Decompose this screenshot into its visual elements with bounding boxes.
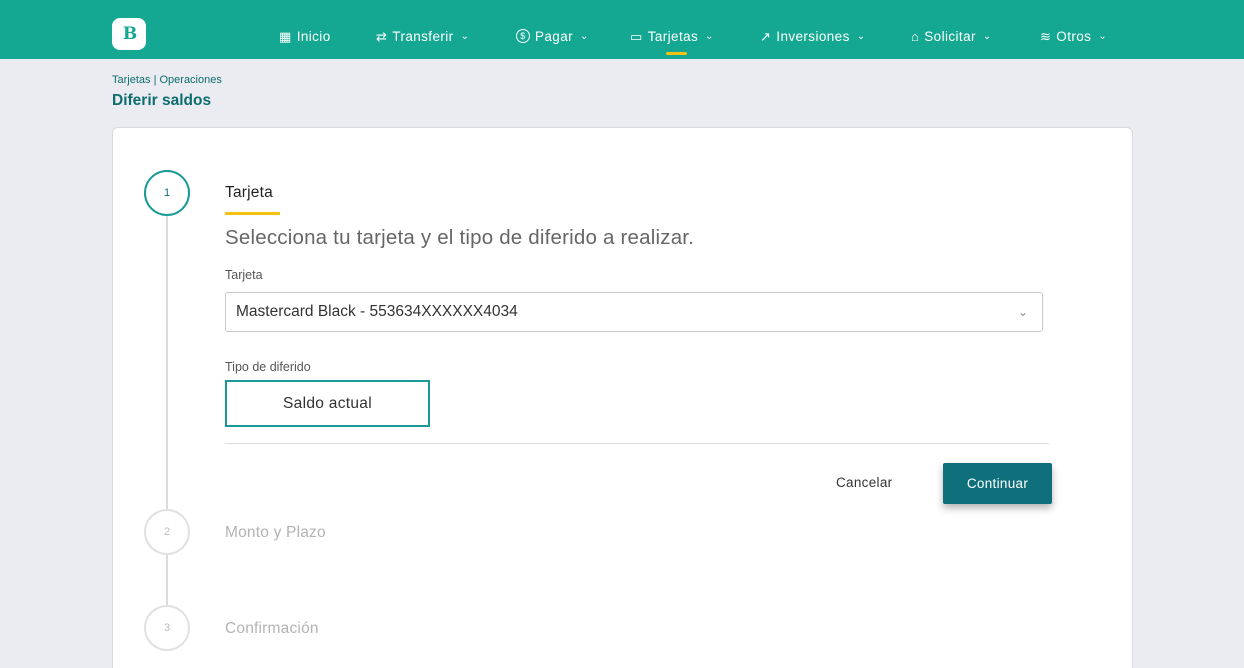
step-3-title: Confirmación xyxy=(225,620,319,637)
stepper-connector xyxy=(166,216,168,509)
nav-item-label: Tarjetas xyxy=(647,28,699,44)
chevron-down-icon: ⌄ xyxy=(460,30,470,42)
stack-icon: ≋ xyxy=(1040,28,1052,44)
step-1-indicator: 1 xyxy=(144,170,190,216)
nav-item-inicio[interactable]: ▦ Inicio xyxy=(279,26,331,46)
card-select-value: Mastercard Black - 553634XXXXXX4034 xyxy=(236,303,518,320)
page-title: Diferir saldos xyxy=(112,92,212,109)
step-2-title: Monto y Plazo xyxy=(225,524,326,541)
nav-item-pagar[interactable]: $ Pagar ⌄ xyxy=(516,26,589,46)
card-select[interactable]: Mastercard Black - 553634XXXXXX4034 ⌄ xyxy=(225,292,1043,332)
trending-up-icon: ↗ xyxy=(760,28,772,44)
transfer-arrows-icon: ⇄ xyxy=(376,28,388,44)
cancel-button[interactable]: Cancelar xyxy=(836,475,892,490)
nav-item-tarjetas[interactable]: ▭ Tarjetas ⌄ xyxy=(630,26,714,46)
chevron-down-icon: ⌄ xyxy=(705,30,714,42)
step-3-indicator: 3 xyxy=(144,605,190,651)
nav-item-label: Transferir xyxy=(392,28,454,44)
nav-item-label: Inicio xyxy=(296,28,331,44)
breadcrumb[interactable]: Tarjetas | Operaciones xyxy=(112,74,222,86)
chevron-down-icon: ⌄ xyxy=(580,30,589,42)
chevron-down-icon: ⌄ xyxy=(856,30,866,42)
chevron-down-icon: ⌄ xyxy=(982,30,992,42)
credit-card-icon: ▭ xyxy=(630,28,643,44)
deferral-type-option-saldo-actual[interactable]: Saldo actual xyxy=(225,380,430,427)
top-nav-bar: B ▦ Inicio ⇄ Transferir ⌄ $ Pagar ⌄ ▭ Ta… xyxy=(0,0,1244,59)
chevron-down-icon: ⌄ xyxy=(1017,305,1028,319)
nav-item-inversiones[interactable]: ↗ Inversiones ⌄ xyxy=(760,26,866,46)
nav-item-solicitar[interactable]: ⌂ Solicitar ⌄ xyxy=(911,26,992,46)
nav-item-label: Solicitar xyxy=(924,28,976,44)
step-subtitle: Selecciona tu tarjeta y el tipo de difer… xyxy=(225,226,695,249)
continue-button[interactable]: Continuar xyxy=(943,463,1052,504)
bank-logo[interactable]: B xyxy=(112,18,146,50)
bank-icon: ⌂ xyxy=(911,28,920,44)
dollar-circle-icon: $ xyxy=(516,29,530,43)
divider xyxy=(225,443,1049,444)
nav-item-transferir[interactable]: ⇄ Transferir ⌄ xyxy=(376,26,469,46)
chevron-down-icon: ⌄ xyxy=(1098,30,1108,42)
active-nav-indicator xyxy=(666,52,687,55)
stepper-connector xyxy=(166,555,168,605)
deferral-type-label: Tipo de diferido xyxy=(225,360,311,374)
nav-item-label: Pagar xyxy=(535,28,574,44)
grid-icon: ▦ xyxy=(279,28,292,44)
nav-item-otros[interactable]: ≋ Otros ⌄ xyxy=(1040,26,1107,46)
nav-item-label: Otros xyxy=(1056,28,1092,44)
step-1-title: Tarjeta xyxy=(225,184,273,201)
step-2-indicator: 2 xyxy=(144,509,190,555)
step-title-underline xyxy=(225,212,280,215)
card-select-label: Tarjeta xyxy=(225,268,263,282)
nav-item-label: Inversiones xyxy=(776,28,850,44)
